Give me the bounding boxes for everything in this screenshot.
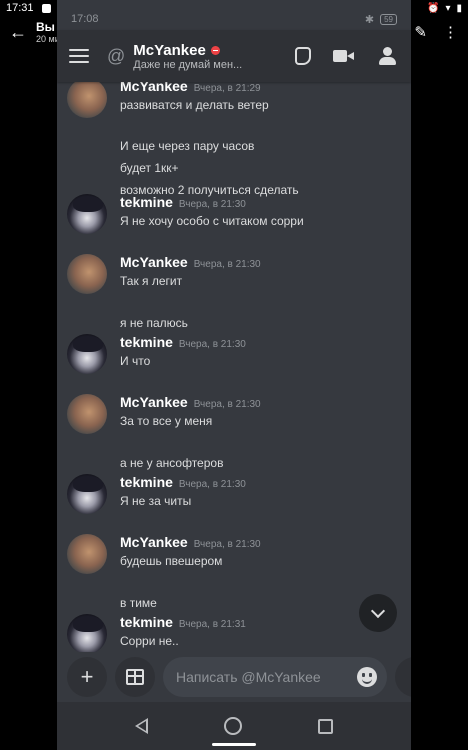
back-arrow-icon[interactable]: ← — [0, 22, 36, 43]
wifi-icon: ▾ — [445, 2, 451, 14]
message-timestamp: Вчера, в 21:30 — [193, 539, 261, 550]
recipient-custom-status: Даже не думай мен... — [133, 58, 243, 71]
recipient-name-text: McYankee — [133, 41, 206, 59]
message-text: Я не хочу особо с читаком сорри — [120, 214, 304, 228]
avatar[interactable] — [67, 394, 107, 434]
voice-message-button[interactable] — [395, 657, 411, 697]
avatar[interactable] — [67, 474, 107, 514]
system-clock: 17:31 — [6, 2, 34, 14]
nav-recents-icon[interactable] — [318, 718, 333, 734]
gift-icon — [126, 669, 144, 685]
message-author[interactable]: McYankee Вчера, в 21:30 — [120, 534, 261, 550]
hamburger-menu-icon[interactable] — [69, 49, 89, 63]
inner-status-icons: ✱ 59 — [365, 13, 397, 26]
alarm-icon: ⏰ — [427, 2, 440, 14]
message-text: я не палюсь — [120, 316, 188, 330]
message-input-container — [163, 657, 387, 697]
notification-icon — [41, 3, 51, 13]
bluetooth-icon: ✱ — [364, 13, 375, 26]
emoji-icon[interactable] — [357, 667, 377, 687]
discord-screenshot: 17:08 ✱ 59 @ McYankee Даже не думай мен.… — [57, 0, 411, 750]
inner-clock: 17:08 — [71, 13, 99, 25]
message-author[interactable]: McYankee Вчера, в 21:30 — [120, 254, 261, 270]
message-timestamp: Вчера, в 21:30 — [178, 479, 246, 490]
message-text: будет 1кк+ — [120, 161, 179, 175]
author-name: tekmine — [120, 194, 173, 210]
author-name: McYankee — [120, 254, 188, 270]
avatar[interactable] — [67, 614, 107, 652]
inner-battery: 59 — [380, 13, 397, 25]
message-author[interactable]: McYankee Вчера, в 21:29 — [120, 82, 261, 94]
message-timestamp: Вчера, в 21:30 — [193, 259, 261, 270]
message-text: развиватся и делать ветер — [120, 98, 269, 112]
dm-header: @ McYankee Даже не думай мен... — [57, 30, 411, 82]
message-timestamp: Вчера, в 21:30 — [178, 339, 246, 350]
message-text: а не у ансофтеров — [120, 456, 224, 470]
message-author[interactable]: tekmine Вчера, в 21:30 — [120, 334, 246, 350]
plus-icon: + — [80, 664, 94, 689]
message-composer: + — [57, 652, 411, 702]
recipient-name: McYankee — [133, 42, 242, 59]
add-attachment-button[interactable]: + — [67, 657, 107, 697]
author-name: McYankee — [120, 394, 188, 410]
message-timestamp: Вчера, в 21:30 — [178, 199, 246, 210]
avatar[interactable] — [67, 334, 107, 374]
members-icon[interactable] — [377, 46, 399, 66]
avatar[interactable] — [67, 194, 107, 234]
message-text: Так я легит — [120, 274, 183, 288]
author-name: tekmine — [120, 614, 173, 630]
message-author[interactable]: tekmine Вчера, в 21:30 — [120, 194, 246, 210]
nav-home-icon[interactable] — [224, 717, 242, 735]
author-name: McYankee — [120, 82, 188, 94]
message-text: Я не за читы — [120, 494, 192, 508]
avatar[interactable] — [67, 254, 107, 294]
author-name: McYankee — [120, 534, 188, 550]
system-icons: ⏰ ▾ ▮ — [427, 3, 462, 14]
gift-button[interactable] — [115, 657, 155, 697]
gesture-handle — [212, 743, 256, 746]
battery-icon: ▮ — [456, 2, 462, 14]
nav-back-icon[interactable] — [135, 718, 148, 734]
inner-status-bar: 17:08 ✱ 59 — [57, 10, 411, 28]
at-sign-icon: @ — [107, 45, 126, 66]
voice-call-icon[interactable] — [295, 47, 311, 65]
dm-recipient[interactable]: McYankee Даже не думай мен... — [133, 42, 242, 71]
message-timestamp: Вчера, в 21:31 — [178, 619, 246, 630]
message-timestamp: Вчера, в 21:29 — [193, 83, 261, 94]
message-input[interactable] — [176, 669, 357, 685]
message-author[interactable]: McYankee Вчера, в 21:30 — [120, 394, 261, 410]
jump-to-present-button[interactable] — [359, 594, 397, 632]
chevron-down-icon — [370, 603, 386, 618]
message-text: Сорри не.. — [120, 634, 179, 648]
more-options-icon[interactable]: ⋮ — [443, 23, 458, 41]
header-actions — [295, 46, 399, 66]
message-text: в тиме — [120, 596, 157, 610]
message-text: И еще через пару часов — [120, 139, 255, 153]
message-text: И что — [120, 354, 151, 368]
message-author[interactable]: tekmine Вчера, в 21:30 — [120, 474, 246, 490]
message-timestamp: Вчера, в 21:30 — [193, 399, 261, 410]
avatar[interactable] — [67, 82, 107, 118]
author-name: tekmine — [120, 474, 173, 490]
message-list[interactable]: McYankee Вчера, в 21:29 развиватся и делат… — [57, 82, 411, 652]
message-text: будешь пвешером — [120, 554, 223, 568]
message-text: За то все у меня — [120, 414, 213, 428]
do-not-disturb-icon — [210, 45, 220, 55]
edit-icon[interactable]: ✎ — [414, 23, 427, 41]
author-name: tekmine — [120, 334, 173, 350]
video-call-icon[interactable] — [333, 46, 355, 66]
avatar[interactable] — [67, 534, 107, 574]
message-author[interactable]: tekmine Вчера, в 21:31 — [120, 614, 246, 630]
